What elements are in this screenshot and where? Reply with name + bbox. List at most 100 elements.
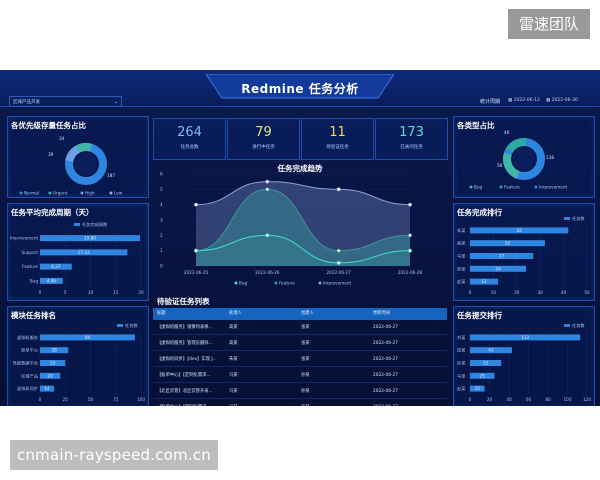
table-cell: 孙某 xyxy=(301,373,310,378)
date-end[interactable]: ▦ 2022-06-30 xyxy=(546,96,578,106)
table-cell: 孙某 xyxy=(301,389,310,394)
donut-label: 138 xyxy=(546,155,554,160)
x-tick-label: 100 xyxy=(564,397,572,402)
data-point[interactable] xyxy=(265,179,270,184)
bar-value-label: 94 xyxy=(85,335,91,340)
table-cell: 2022-06-27 xyxy=(373,373,398,378)
trend-line-chart: 任务完成趋势 0 1 2 3 4 5 6 2022-06-25 2022-06-26 2022-0… xyxy=(160,163,423,286)
date-start[interactable]: ▦ 2022-06-12 xyxy=(508,96,540,106)
table-cell: 高某 xyxy=(229,341,238,346)
category-label: 郭某 xyxy=(457,265,466,272)
bar-value-label: 12 xyxy=(481,279,487,284)
y-tick-label: 0 xyxy=(160,264,163,269)
table-header: 标题 处理人 创建人 更新时间 xyxy=(153,308,447,320)
x-tick-label: 5 xyxy=(64,290,67,295)
table-row[interactable]: 【虚拟机服务】镜像列表根... 高某 张某 2022-06-27 xyxy=(153,321,447,335)
table-cell: 张某 xyxy=(301,357,310,362)
priority-donut: 34 39 187 Normal Urgent High Low xyxy=(19,136,123,196)
table-cell: 2022-06-27 xyxy=(373,357,398,362)
bar-value-label: 25 xyxy=(480,373,486,378)
table-cell: 马某 xyxy=(229,401,238,406)
table-row[interactable]: 【北区云管】北区云管开发... 马某 孙某 2022-06-27 xyxy=(153,385,447,399)
submit-panel: 任务提交排行 任务数 0 20 40 60 80 100 120 刘某 113 田某 43 孙某 32 马… xyxy=(453,306,595,406)
date-end-value: 2022-06-30 xyxy=(551,98,578,103)
data-point[interactable] xyxy=(336,261,341,265)
calendar-icon: ▦ xyxy=(508,98,513,103)
bar-value-label: 15 xyxy=(475,386,481,391)
data-point[interactable] xyxy=(336,248,341,253)
x-tick-label: 100 xyxy=(137,397,145,402)
data-point[interactable] xyxy=(265,233,270,238)
x-tick-label: 60 xyxy=(526,397,532,402)
type-donut: 46 56 138 Bug Feature Improvement xyxy=(469,130,568,190)
stat-label: 待验证任务 xyxy=(326,145,349,150)
stat-pending: 11 待验证任务 xyxy=(301,118,374,160)
chevron-down-icon: ⌄ xyxy=(113,99,118,105)
x-tick-label: 2022-06-28 xyxy=(398,270,423,275)
bar-value-label: 32 xyxy=(483,361,489,366)
legend-bug: Bug xyxy=(474,185,483,190)
table-cell: 【账单中心】【定制化需求... xyxy=(157,401,211,406)
column-header: 处理人 xyxy=(229,311,242,316)
table-cell: 2022-06-27 xyxy=(373,325,398,330)
x-tick-label: 25 xyxy=(63,397,69,402)
legend-normal: Normal xyxy=(24,191,39,196)
table-cell: 马某 xyxy=(229,373,238,378)
watermark-bottom: cnmain-rayspeed.com.cn xyxy=(10,440,218,470)
data-point[interactable] xyxy=(194,248,198,253)
stat-label: 进行中任务 xyxy=(252,145,275,150)
category-label: Bug xyxy=(30,278,39,283)
legend-swatch xyxy=(564,324,570,327)
stat-in-progress: 79 进行中任务 xyxy=(227,118,300,160)
donut-label: 34 xyxy=(59,136,65,141)
region-dropdown[interactable]: 区域产品开发 ⌄ xyxy=(9,96,122,107)
y-tick-label: 1 xyxy=(160,248,163,253)
data-point[interactable] xyxy=(265,187,270,192)
category-label: 朱某 xyxy=(457,227,466,234)
x-tick-label: 80 xyxy=(545,397,551,402)
chart-legend: 任务完成周期 xyxy=(82,221,107,228)
table-row[interactable]: 【虚拟机同步】【dev】实现 J... 朱某 张某 2022-06-27 xyxy=(153,353,447,367)
data-point[interactable] xyxy=(408,248,412,253)
legend-swatch xyxy=(564,217,570,220)
x-tick-label: 120 xyxy=(583,397,591,402)
dot-icon xyxy=(534,185,538,189)
x-tick-label: 20 xyxy=(514,290,520,295)
category-label: 账单中心 xyxy=(21,347,39,354)
bar-value-label: 6.37 xyxy=(51,264,61,269)
data-point[interactable] xyxy=(408,202,412,207)
stat-value: 79 xyxy=(255,125,272,140)
y-tick-label: 5 xyxy=(160,187,163,192)
stat-closed: 173 已关闭任务 xyxy=(375,118,448,160)
data-point[interactable] xyxy=(194,202,198,207)
category-label: Improvement xyxy=(10,236,39,241)
x-tick-label: 2022-06-26 xyxy=(255,270,280,275)
dot-icon xyxy=(234,281,238,285)
table-cell: 朱某 xyxy=(229,357,238,362)
data-point[interactable] xyxy=(408,233,412,238)
table-cell: 【虚拟机服务】管理员删除... xyxy=(157,341,213,346)
x-tick-label: 0 xyxy=(469,290,472,295)
calendar-icon: ▦ xyxy=(546,98,551,103)
dot-icon xyxy=(80,191,84,195)
category-label: 刘某 xyxy=(457,334,466,341)
bar-value-label: 24 xyxy=(495,266,501,271)
legend-swatch xyxy=(117,324,123,327)
table-row[interactable]: 【虚拟机服务】管理员删除... 高某 张某 2022-06-27 xyxy=(153,337,447,351)
category-label: 赵某 xyxy=(457,385,466,392)
bar-value-label: 19.80 xyxy=(84,236,96,241)
table-row[interactable]: 【账单中心】【定制化需求... 马某 孙某 2022-06-27 xyxy=(153,369,447,383)
table-cell: 马某 xyxy=(229,389,238,394)
legend-entry: Feature xyxy=(279,281,295,286)
dot-icon xyxy=(469,185,473,189)
x-tick-label: 0 xyxy=(39,290,42,295)
module-bar-chart: 任务数 0 25 50 75 100 虚拟机服务 94 账单中心 28 性能数据平台 25 区域产品 2… xyxy=(13,322,145,402)
stat-value: 173 xyxy=(399,125,424,140)
y-tick-label: 2 xyxy=(160,233,163,238)
legend-urgent: Urgent xyxy=(53,191,68,196)
ranking-bar-chart: 任务数 0 10 20 30 40 50 朱某 42 高某 32 马某 27 郭某 24 赵某 12 xyxy=(457,215,590,295)
data-point[interactable] xyxy=(336,187,341,192)
stat-total: 264 任务总数 xyxy=(153,118,226,160)
table-row[interactable]: 【账单中心】【定制化需求... 马某 孙某 2022-06-27 xyxy=(153,401,447,406)
submit-bar-chart: 任务数 0 20 40 60 80 100 120 刘某 113 田某 43 孙某 32 马某 25 赵某 15 xyxy=(457,322,591,402)
